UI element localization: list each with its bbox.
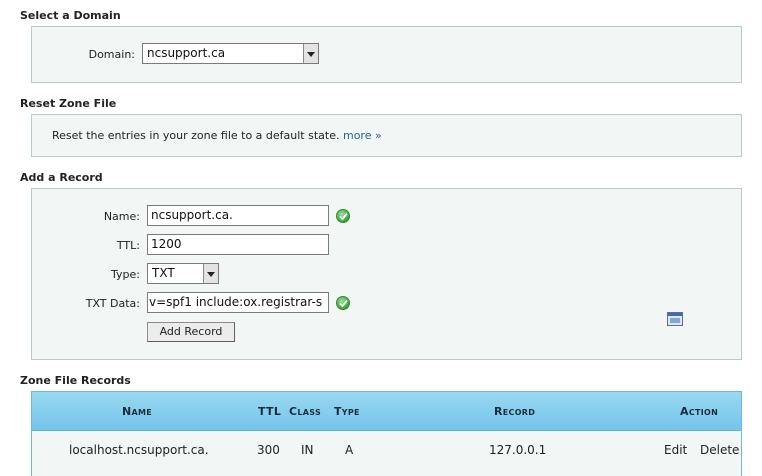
domain-select-value: ncsupport.ca <box>147 46 226 60</box>
window-icon[interactable] <box>667 312 683 326</box>
domain-select[interactable]: ncsupport.ca <box>142 43 319 64</box>
cell-record: 127.0.0.1 <box>489 443 547 457</box>
reset-zone-panel: Reset the entries in your zone file to a… <box>31 114 742 157</box>
chevron-down-icon[interactable] <box>303 44 318 63</box>
select-domain-panel: Domain: ncsupport.ca <box>31 26 742 83</box>
header-action: Action <box>680 405 719 418</box>
delete-link[interactable]: Delete <box>700 443 739 457</box>
type-label: Type: <box>111 268 140 281</box>
table-header: Name TTL Class Type Record Action <box>32 392 741 431</box>
reset-zone-description: Reset the entries in your zone file to a… <box>52 129 340 142</box>
reset-zone-title: Reset Zone File <box>20 97 117 110</box>
cell-ttl: 300 <box>257 443 280 457</box>
cell-type: A <box>345 443 354 457</box>
add-record-title: Add a Record <box>20 171 103 184</box>
zone-records-title: Zone File Records <box>20 374 131 387</box>
select-domain-title: Select a Domain <box>20 9 121 22</box>
header-name: Name <box>122 405 153 418</box>
header-class: Class <box>289 405 322 418</box>
ttl-input[interactable]: 1200 <box>147 234 329 255</box>
zone-records-table: Name TTL Class Type Record Action localh… <box>31 391 742 476</box>
name-input[interactable]: ncsupport.ca. <box>147 205 329 226</box>
add-record-button[interactable]: Add Record <box>147 322 235 342</box>
name-label: Name: <box>103 210 140 223</box>
header-ttl: TTL <box>258 405 282 418</box>
cell-class: IN <box>301 443 314 457</box>
ttl-label: TTL: <box>116 239 140 252</box>
cell-name: localhost.ncsupport.ca. <box>69 443 209 457</box>
txt-data-input[interactable]: v=spf1 include:ox.registrar-s <box>147 292 329 313</box>
check-icon <box>336 209 350 223</box>
txt-data-label: TXT Data: <box>85 297 140 310</box>
type-select-value: TXT <box>152 266 175 280</box>
type-select[interactable]: TXT <box>147 263 219 284</box>
edit-link[interactable]: Edit <box>664 443 687 457</box>
header-type: Type <box>334 405 360 418</box>
reset-zone-text: Reset the entries in your zone file to a… <box>52 129 382 142</box>
header-record: Record <box>494 405 536 418</box>
check-icon <box>336 296 350 310</box>
domain-label: Domain: <box>88 48 135 61</box>
add-record-panel: Name: ncsupport.ca. TTL: 1200 Type: TXT … <box>31 188 742 360</box>
chevron-down-icon[interactable] <box>203 264 218 283</box>
more-link[interactable]: more » <box>343 129 382 142</box>
